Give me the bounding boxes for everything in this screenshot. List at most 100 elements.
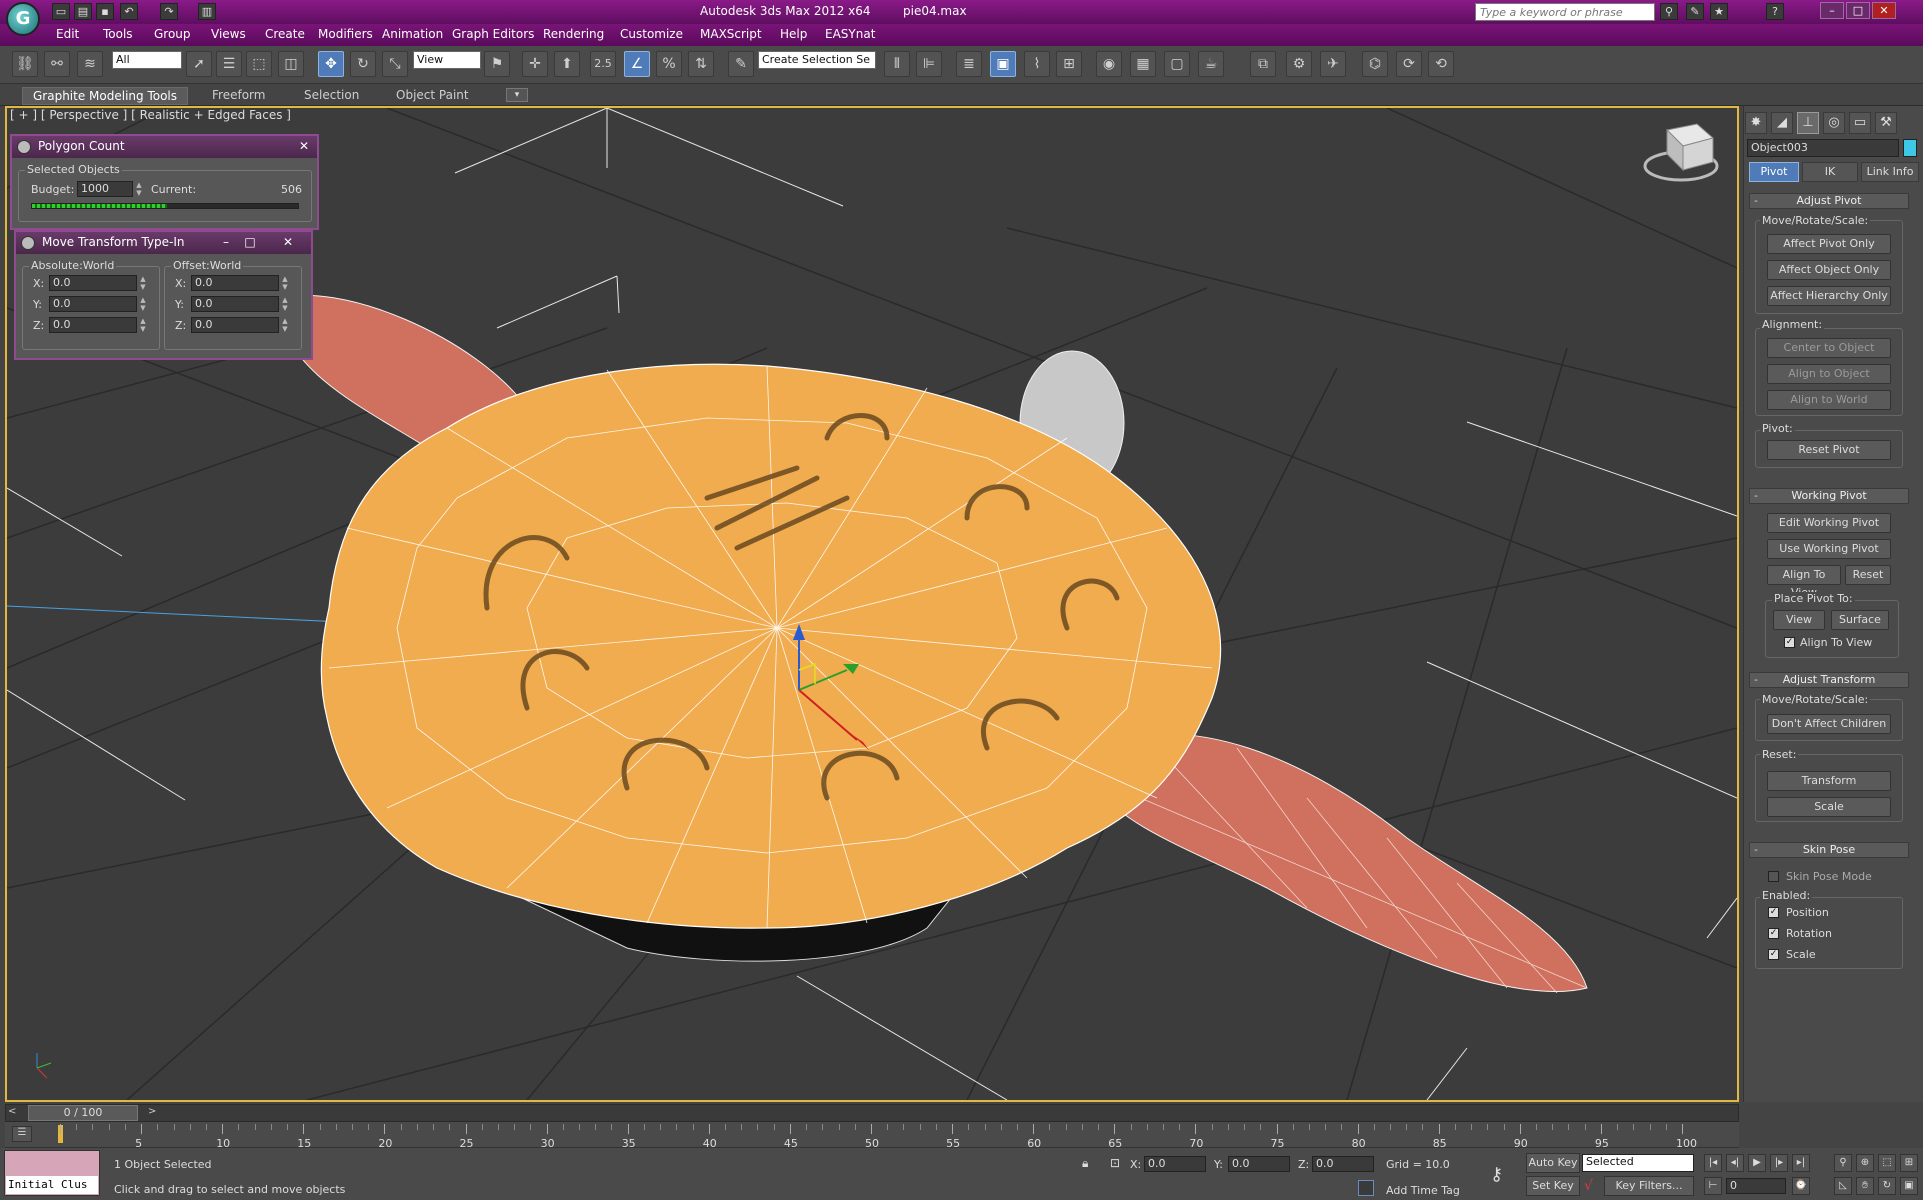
skin-pose-rollout-header[interactable]: - Skin Pose	[1749, 842, 1909, 858]
maximize-icon[interactable]: □	[240, 234, 260, 250]
object-color-swatch[interactable]	[1903, 139, 1917, 157]
status-z-field[interactable]: 0.0	[1312, 1156, 1374, 1172]
maximize-window-button[interactable]: □	[1846, 2, 1870, 19]
save-file-icon[interactable]: ▪	[96, 3, 114, 20]
viewport-label[interactable]: [ + ] [ Perspective ] [ Realistic + Edge…	[10, 108, 291, 122]
tab-selection[interactable]: Selection	[294, 87, 369, 103]
open-file-icon[interactable]: ▤	[74, 3, 92, 20]
viewcube[interactable]	[1643, 123, 1719, 182]
minimize-window-button[interactable]: –	[1820, 2, 1844, 19]
custom-tool-5-icon[interactable]: ⟳	[1396, 51, 1422, 77]
play-animation-icon[interactable]: ▶	[1748, 1154, 1766, 1172]
angle-snap-icon[interactable]: ∠	[624, 51, 650, 77]
default-tangents-key-icon[interactable]: ⚷	[1490, 1164, 1503, 1185]
working-pivot-rollout-header[interactable]: - Working Pivot	[1749, 488, 1909, 504]
menu-group[interactable]: Group	[154, 27, 191, 41]
bind-to-space-warp-icon[interactable]: ≋	[77, 51, 103, 77]
menu-maxscript[interactable]: MAXScript	[700, 27, 762, 41]
search-input[interactable]: Type a keyword or phrase	[1475, 3, 1655, 21]
custom-tool-6-icon[interactable]: ⟲	[1428, 51, 1454, 77]
menu-customize[interactable]: Customize	[620, 27, 683, 41]
undo-icon[interactable]: ↶	[120, 3, 138, 20]
menu-rendering[interactable]: Rendering	[543, 27, 604, 41]
field-of-view-icon[interactable]: ◺	[1834, 1177, 1852, 1195]
menu-create[interactable]: Create	[265, 27, 305, 41]
use-working-pivot-button[interactable]: Use Working Pivot	[1767, 539, 1891, 559]
select-and-manipulate-icon[interactable]: ✛	[522, 51, 548, 77]
adjust-transform-rollout-header[interactable]: - Adjust Transform	[1749, 672, 1909, 688]
reset-pivot-button[interactable]: Reset Pivot	[1767, 440, 1891, 460]
abs-y-spinner[interactable]: 0.0	[49, 296, 137, 312]
pan-view-icon[interactable]: ✋︎	[1856, 1177, 1874, 1195]
mini-curve-editor-icon[interactable]: ☰	[12, 1126, 32, 1142]
hierarchy-panel-icon[interactable]: ⊥	[1797, 112, 1819, 134]
close-icon[interactable]: ✕	[294, 138, 314, 154]
scale-checkbox[interactable]: ✓	[1768, 949, 1779, 960]
tab-pivot[interactable]: Pivot	[1749, 162, 1799, 182]
move-typein-titlebar[interactable]: Move Transform Type-In – □ ✕	[16, 232, 311, 254]
rotation-checkbox[interactable]: ✓	[1768, 928, 1779, 939]
status-x-field[interactable]: 0.0	[1144, 1156, 1206, 1172]
budget-spinner[interactable]: 1000	[77, 181, 133, 197]
maxscript-input[interactable]: Initial Clus	[6, 1176, 98, 1194]
menu-help[interactable]: Help	[780, 27, 807, 41]
graphite-tools-toggle-icon[interactable]: ▣	[990, 51, 1016, 77]
spinner-arrows-icon[interactable]: ▲ ▼	[139, 275, 147, 291]
menu-graph-editors[interactable]: Graph Editors	[452, 27, 534, 41]
menu-easynat[interactable]: EASYnat	[825, 27, 875, 41]
time-slider-next-icon[interactable]: >	[148, 1106, 156, 1117]
affect-pivot-only-button[interactable]: Affect Pivot Only	[1767, 234, 1891, 254]
set-key-tangent-icon[interactable]: √	[1584, 1178, 1593, 1194]
off-z-spinner[interactable]: 0.0	[191, 317, 279, 333]
snaps-toggle-icon[interactable]: 2.5	[590, 51, 616, 77]
working-pivot-reset-button[interactable]: Reset	[1845, 565, 1891, 585]
spinner-arrows-icon[interactable]: ▲ ▼	[139, 317, 147, 333]
window-crossing-icon[interactable]: ◫	[278, 51, 304, 77]
current-frame-field[interactable]: 0	[1726, 1178, 1786, 1194]
place-pivot-surface-button[interactable]: Surface	[1831, 610, 1889, 630]
spinner-arrows-icon[interactable]: ▲ ▼	[281, 317, 289, 333]
center-to-object-button[interactable]: Center to Object	[1767, 338, 1891, 358]
goto-end-icon[interactable]: ▸|	[1792, 1154, 1810, 1172]
keyboard-shortcut-override-icon[interactable]: ⬆	[554, 51, 580, 77]
tab-object-paint[interactable]: Object Paint	[386, 87, 479, 103]
rectangular-selection-region-icon[interactable]: ⬚	[246, 51, 272, 77]
key-mode-dropdown[interactable]: Selected	[1582, 1154, 1694, 1172]
spinner-arrows-icon[interactable]: ▲ ▼	[139, 296, 147, 312]
affect-hierarchy-only-button[interactable]: Affect Hierarchy Only	[1767, 286, 1891, 306]
off-x-spinner[interactable]: 0.0	[191, 275, 279, 291]
new-scene-icon[interactable]: ▭	[52, 3, 70, 20]
zoom-extents-icon[interactable]: ⬚	[1878, 1154, 1896, 1172]
set-key-button[interactable]: Set Key	[1526, 1176, 1580, 1196]
zoom-extents-all-icon[interactable]: ⊞	[1900, 1154, 1918, 1172]
orbit-icon[interactable]: ↻	[1878, 1177, 1896, 1195]
select-and-scale-icon[interactable]: ⤡	[382, 51, 408, 77]
abs-x-spinner[interactable]: 0.0	[49, 275, 137, 291]
time-slider-track[interactable]	[5, 1104, 1739, 1122]
select-and-rotate-icon[interactable]: ↻	[350, 51, 376, 77]
time-slider-prev-icon[interactable]: <	[8, 1106, 16, 1117]
select-object-icon[interactable]: ➚	[186, 51, 212, 77]
display-panel-icon[interactable]: ▭	[1849, 112, 1871, 134]
menu-tools[interactable]: Tools	[103, 27, 133, 41]
selection-filter-dropdown[interactable]: All	[112, 51, 182, 69]
zoom-all-icon[interactable]: ⊕	[1856, 1154, 1874, 1172]
off-y-spinner[interactable]: 0.0	[191, 296, 279, 312]
spinner-snap-icon[interactable]: ⇅	[688, 51, 714, 77]
select-and-move-icon[interactable]: ✥	[318, 51, 344, 77]
time-tag-icon[interactable]	[1358, 1180, 1374, 1196]
close-window-button[interactable]: ✕	[1872, 2, 1896, 19]
tab-freeform[interactable]: Freeform	[202, 87, 275, 103]
menu-animation[interactable]: Animation	[382, 27, 443, 41]
help-icon[interactable]: ?	[1766, 3, 1784, 20]
render-production-icon[interactable]: ☕	[1198, 51, 1224, 77]
tab-link-info[interactable]: Link Info	[1861, 162, 1919, 182]
key-mode-toggle-icon[interactable]: ⊢	[1704, 1177, 1722, 1195]
tab-ik[interactable]: IK	[1802, 162, 1858, 182]
key-filters-button[interactable]: Key Filters...	[1604, 1176, 1694, 1196]
named-selection-dropdown[interactable]: Create Selection Se	[758, 51, 876, 69]
next-frame-icon[interactable]: |▸	[1770, 1154, 1788, 1172]
utilities-panel-icon[interactable]: ⚒	[1875, 112, 1897, 134]
project-folder-icon[interactable]: ▥	[198, 3, 216, 20]
polygon-count-titlebar[interactable]: Polygon Count ✕	[12, 136, 317, 158]
